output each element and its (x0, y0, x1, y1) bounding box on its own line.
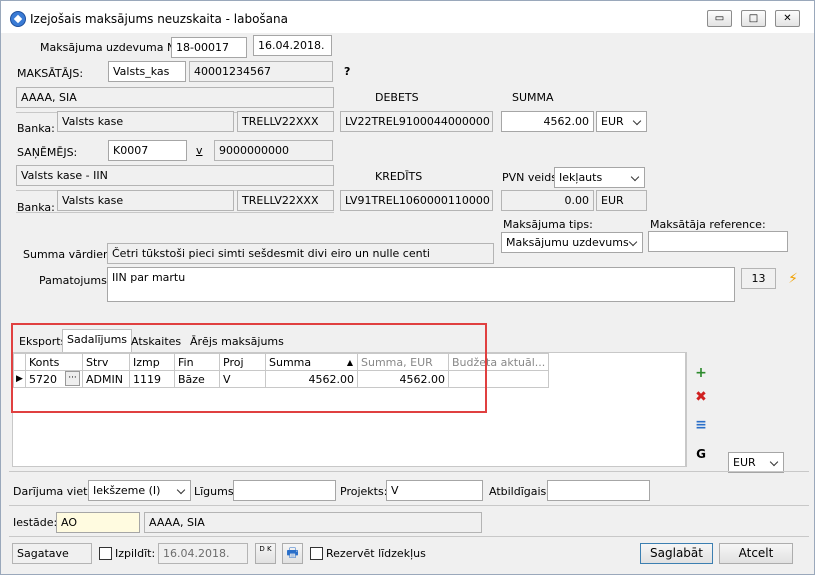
execute-label: Izpildīt: (115, 547, 156, 560)
institution-name: AAAA, SIA (144, 512, 482, 533)
vat-label: PVN veids: (502, 171, 561, 184)
divider (9, 471, 809, 472)
sum-label: SUMMA (512, 91, 554, 104)
reserve-checkbox[interactable] (310, 547, 323, 560)
title-bar: Izejošais maksājums neuzskaita - labošan… (1, 1, 814, 33)
payment-type-select[interactable]: Maksājumu uzdevums (501, 232, 643, 253)
credit-account: LV91TREL1060000110000 (340, 190, 493, 211)
execute-date: 16.04.2018. (158, 543, 248, 564)
app-icon (10, 11, 26, 27)
execute-checkbox[interactable] (99, 547, 112, 560)
payer-reg-no: 40001234567 (189, 61, 333, 82)
help-icon[interactable]: ? (344, 65, 350, 78)
payer-bank-name: Valsts kase (57, 111, 234, 132)
vat-currency: EUR (596, 190, 647, 211)
close-button[interactable]: ✕ (775, 10, 800, 27)
print-button[interactable]: 🖶 (282, 543, 303, 564)
reserve-label: Rezervēt līdzekļus (326, 547, 426, 560)
responsible-input[interactable] (547, 480, 650, 501)
place-select[interactable]: Iekšzeme (I) (88, 480, 191, 501)
lightning-icon[interactable]: ⚡ (785, 271, 801, 287)
status-field: Sagatave (12, 543, 92, 564)
payer-bank-swift: TRELLV22XXX (237, 111, 334, 132)
institution-code-input[interactable]: AO (56, 512, 140, 533)
sum-amount-input[interactable]: 4562.00 (501, 111, 594, 132)
contract-label: Līgums: (194, 485, 238, 498)
receiver-name: Valsts kase - IIN (16, 165, 334, 186)
institution-label: Iestāde: (13, 516, 58, 529)
responsible-label: Atbildīgais: (489, 485, 550, 498)
payer-ref-label: Maksātāja reference: (650, 218, 766, 231)
receiver-code-input[interactable]: K0007 (108, 140, 187, 161)
payer-name: AAAA, SIA (16, 87, 334, 108)
minimize-button[interactable]: ▭ (707, 10, 732, 27)
window-title: Izejošais maksājums neuzskaita - labošan… (30, 12, 288, 26)
place-label: Darījuma vieta: (13, 485, 98, 498)
dk-button[interactable]: D K (255, 543, 276, 564)
highlight-frame (11, 323, 487, 413)
receiver-v-link[interactable]: v (196, 144, 203, 157)
order-no-label: Maksājuma uzdevuma Nr. (40, 41, 183, 54)
payer-bank-label: Banka: (17, 122, 55, 135)
project-input[interactable]: V (386, 480, 483, 501)
debit-label: DEBETS (375, 91, 419, 104)
divider (9, 505, 809, 506)
add-row-icon[interactable]: + (693, 365, 709, 381)
grid-currency-select[interactable]: EUR (728, 452, 784, 473)
sum-in-words: Četri tūkstoši pieci simti sešdesmit div… (107, 243, 494, 264)
order-date-input[interactable]: 16.04.2018. (253, 35, 332, 56)
maximize-button[interactable]: □ (741, 10, 766, 27)
debit-account: LV22TREL9100044000000 (340, 111, 493, 132)
payer-label: MAKSĀTĀJS: (17, 67, 84, 80)
save-button[interactable]: Saglabāt (640, 543, 713, 564)
basis-char-count: 13 (741, 268, 776, 289)
import-icon[interactable]: ≡ (693, 417, 709, 433)
receiver-bank-swift: TRELLV22XXX (237, 190, 334, 211)
sum-currency-select[interactable]: EUR (596, 111, 647, 132)
cancel-button[interactable]: Atcelt (719, 543, 793, 564)
g-button[interactable]: G (693, 446, 709, 462)
payer-ref-input[interactable] (648, 231, 788, 252)
window: Izejošais maksājums neuzskaita - labošan… (0, 0, 815, 575)
printer-icon: 🖶 (286, 546, 299, 561)
order-no-input[interactable]: 18-00017 (171, 37, 247, 58)
basis-label: Pamatojums: (39, 274, 111, 287)
contract-input[interactable] (233, 480, 336, 501)
vat-type-select[interactable]: Iekļauts (554, 167, 645, 188)
payment-type-label: Maksājuma tips: (503, 218, 593, 231)
divider (9, 536, 809, 537)
vat-amount: 0.00 (501, 190, 594, 211)
receiver-bank-name: Valsts kase (57, 190, 234, 211)
payer-code-input[interactable]: Valsts_kas (108, 61, 186, 82)
basis-textarea[interactable]: IIN par martu (107, 267, 735, 302)
delete-row-icon[interactable]: ✖ (693, 389, 709, 405)
divider (16, 212, 334, 213)
words-label: Summa vārdiem: (23, 248, 118, 261)
credit-label: KREDĪTS (375, 170, 423, 183)
receiver-reg-no: 9000000000 (214, 140, 333, 161)
project-label: Projekts: (340, 485, 388, 498)
receiver-label: SAŅĒMĒJS: (17, 146, 78, 159)
